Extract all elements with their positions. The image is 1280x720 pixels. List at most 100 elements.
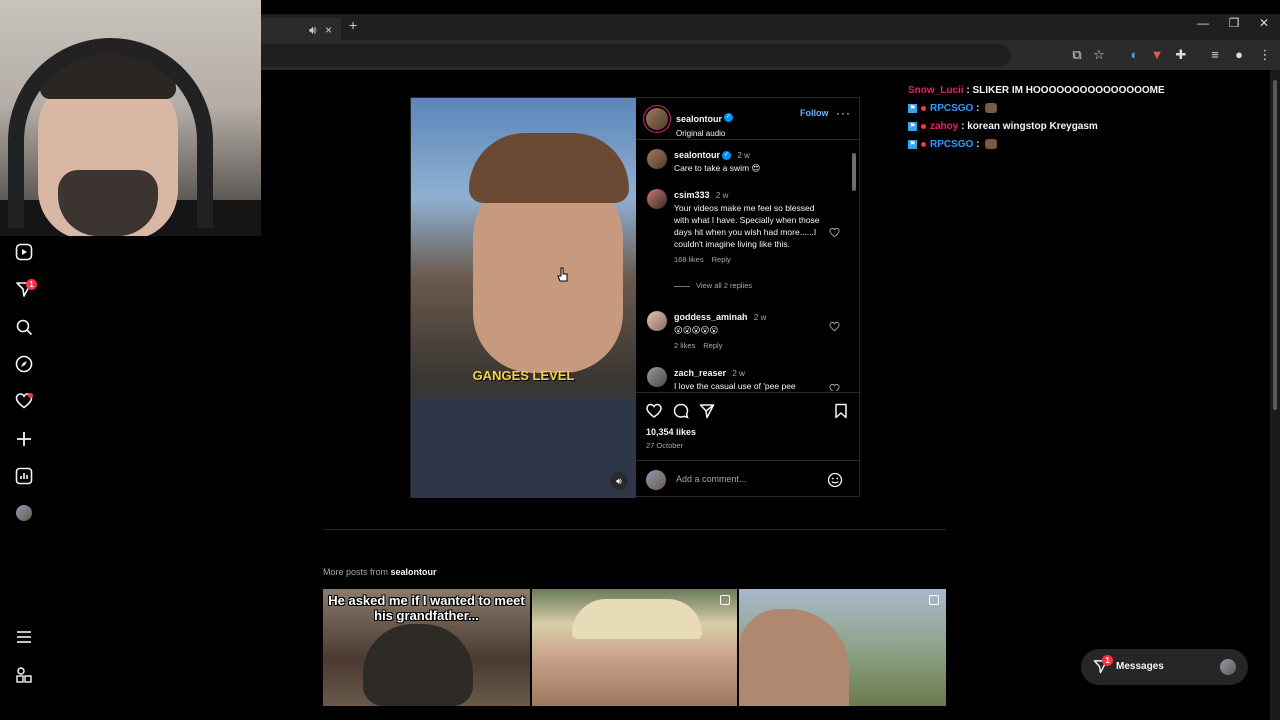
profile-avatar[interactable] — [16, 505, 32, 521]
extension-audio-icon[interactable]: ◖ — [1125, 47, 1141, 63]
comment-text: Your videos make me feel so blessed with… — [674, 203, 820, 249]
avatar[interactable] — [647, 149, 667, 169]
comment-age: 2 w — [715, 191, 729, 200]
likes-count[interactable]: 10,354 likes — [646, 427, 696, 437]
window-close-button[interactable]: ✕ — [1254, 16, 1274, 30]
chat-text: korean wingstop Kreygasm — [967, 121, 1098, 132]
comment-username[interactable]: goddess_aminah — [674, 312, 748, 322]
chat-badge-icon: ⚑ — [908, 103, 917, 113]
page-scroll-thumb[interactable] — [1273, 80, 1277, 410]
chat-username: Snow_Lucii — [908, 85, 964, 96]
comment-text: 😮😮😮😮😮 — [674, 325, 719, 335]
comments-scrollbar[interactable] — [851, 143, 857, 391]
install-app-icon[interactable]: ⧉ — [1069, 47, 1085, 63]
comment-input[interactable]: Add a comment... — [676, 474, 747, 484]
new-tab-button[interactable]: + — [349, 17, 357, 33]
comment-like-heart-icon[interactable] — [829, 383, 840, 391]
reply-button[interactable]: Reply — [712, 255, 731, 264]
like-heart-icon[interactable] — [646, 403, 662, 419]
extensions-puzzle-icon[interactable]: ✚ — [1173, 47, 1189, 63]
notifications-count-badge: 1 — [26, 279, 37, 290]
bookmark-star-icon[interactable]: ☆ — [1091, 47, 1107, 63]
chat-username: RPCSGO — [930, 139, 974, 150]
more-posts-username[interactable]: sealontour — [391, 567, 437, 577]
thumbnail-skull — [363, 624, 473, 706]
speaker-icon: 🔊︎ — [309, 23, 317, 37]
reply-button[interactable]: Reply — [703, 341, 722, 350]
minimize-button[interactable]: — — [1193, 16, 1213, 30]
comment-age: 2 w — [737, 151, 750, 160]
author-avatar[interactable] — [646, 108, 668, 130]
search-icon[interactable] — [15, 318, 33, 336]
thumbnail-title: He asked me if I wanted to meet his gran… — [328, 593, 525, 623]
video-shirt — [411, 398, 636, 498]
emoji-icon[interactable] — [827, 472, 843, 488]
post-modal: GANGES LEVEL 🔊︎ sealontour ✓ Original aud… — [410, 97, 861, 498]
reels-icon[interactable] — [15, 243, 33, 261]
avatar[interactable] — [647, 311, 667, 331]
avatar[interactable] — [647, 189, 667, 209]
chat-dot-icon — [921, 105, 926, 111]
comment-likes[interactable]: 168 likes — [674, 255, 704, 264]
post-actions: 10,354 likes 27 October — [636, 392, 861, 456]
page-scrollbar[interactable] — [1270, 70, 1280, 720]
explore-compass-icon[interactable] — [15, 355, 33, 373]
comment-likes[interactable]: 2 likes — [674, 341, 695, 350]
activity-dot — [28, 393, 33, 398]
dashboard-chart-icon[interactable] — [15, 467, 33, 485]
save-bookmark-icon[interactable] — [833, 403, 849, 419]
more-post-thumbnail[interactable] — [532, 589, 737, 706]
follow-button[interactable]: Follow — [800, 108, 829, 118]
threads-apps-icon[interactable] — [15, 666, 33, 684]
extension-icon[interactable]: ▼ — [1149, 47, 1165, 63]
media-control-icon[interactable]: ≡ — [1207, 47, 1223, 63]
chat-emote-icon — [985, 139, 998, 150]
messages-count-badge: 1 — [1102, 655, 1113, 666]
more-options-icon[interactable]: ··· — [836, 106, 851, 120]
comment-like-heart-icon[interactable] — [829, 321, 840, 332]
restore-button[interactable]: ❐ — [1224, 16, 1244, 30]
messages-button[interactable]: 1 Messages — [1081, 649, 1248, 685]
menu-hamburger-icon[interactable] — [15, 628, 33, 646]
comment-age: 2 w — [753, 313, 767, 322]
address-bar[interactable] — [261, 44, 1011, 67]
verified-badge-icon: ✓ — [724, 113, 734, 123]
chat-message: ⚑ RPCSGO : — [908, 103, 998, 114]
post-side-pane: sealontour ✓ Original audio Follow ··· se… — [636, 98, 861, 498]
chat-dot-icon — [921, 141, 926, 147]
avatar[interactable] — [647, 367, 667, 387]
reel-clip-icon — [720, 595, 730, 605]
more-posts-prefix: More posts from — [323, 567, 391, 577]
chat-message: ⚑ zahoy : korean wingstop Kreygasm — [908, 121, 1098, 132]
comments-scroll-thumb[interactable] — [852, 153, 856, 191]
more-post-thumbnail[interactable]: He asked me if I wanted to meet his gran… — [323, 589, 530, 706]
comment-username[interactable]: zach_reaser — [674, 368, 726, 378]
comment-bubble-icon[interactable] — [673, 403, 689, 419]
browser-tab[interactable]: 🔊︎ × — [261, 18, 341, 40]
author-username[interactable]: sealontour — [676, 114, 722, 124]
chat-message: ⚑ RPCSGO : — [908, 139, 998, 150]
profile-icon[interactable]: ● — [1231, 47, 1247, 63]
comment-username[interactable]: sealontour — [674, 150, 720, 160]
browser-tab-bar: 🔊︎ × + — ❐ ✕ — [261, 14, 1280, 40]
reel-clip-icon — [929, 595, 939, 605]
webcam-overlay — [0, 0, 261, 236]
chat-username: zahoy — [930, 121, 959, 132]
more-posts-heading: More posts from sealontour — [323, 567, 437, 577]
chat-text: SLIKER IM HOOOOOOOOOOOOOOOME — [972, 85, 1165, 96]
share-send-icon[interactable] — [699, 403, 715, 419]
comment-like-heart-icon[interactable] — [829, 227, 840, 238]
more-post-thumbnail[interactable] — [739, 589, 946, 706]
comment-username[interactable]: csim333 — [674, 190, 710, 200]
browser-menu-icon[interactable]: ⋮ — [1257, 47, 1273, 63]
tab-close-button[interactable]: × — [325, 23, 332, 37]
add-comment-bar: Add a comment... — [636, 460, 861, 498]
create-plus-icon[interactable] — [15, 430, 33, 448]
section-divider — [323, 529, 946, 530]
reel-video[interactable]: GANGES LEVEL 🔊︎ — [411, 98, 636, 498]
mute-toggle-icon[interactable]: 🔊︎ — [610, 472, 628, 490]
audio-label[interactable]: Original audio — [676, 129, 733, 138]
view-replies-button[interactable]: View all 2 replies — [696, 281, 752, 290]
browser-toolbar: ⧉ ☆ ◖ ▼ ✚ ≡ ● ⋮ — [261, 40, 1280, 70]
comment-text: Care to take a swim 😍 — [674, 163, 761, 173]
